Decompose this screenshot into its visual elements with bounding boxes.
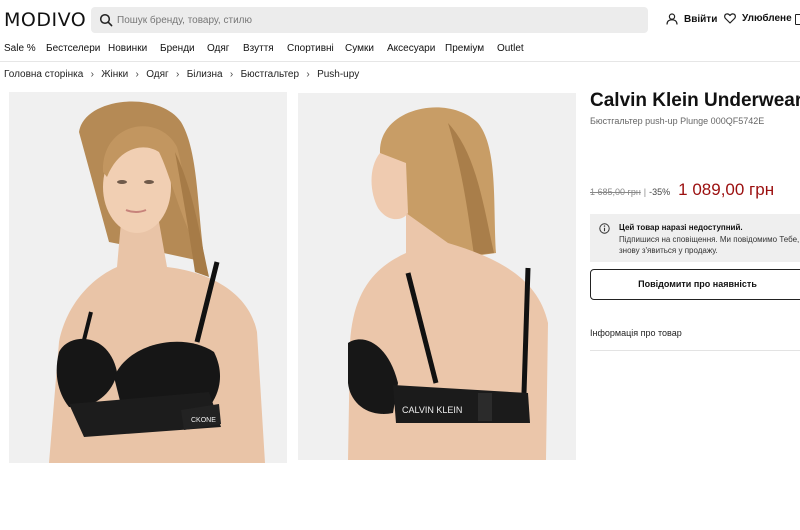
old-price: 1 685,00 грн bbox=[590, 187, 641, 197]
login-label: Ввійти bbox=[684, 13, 718, 25]
favorites-label: Улюблене bbox=[742, 13, 792, 24]
chevron-right-icon: › bbox=[135, 68, 139, 80]
bag-icon[interactable] bbox=[795, 14, 800, 25]
breadcrumb-item[interactable]: Головна сторінка bbox=[4, 69, 83, 80]
product-brand[interactable]: Calvin Klein Underwear bbox=[590, 90, 800, 112]
chevron-right-icon: › bbox=[229, 68, 234, 80]
nav-item-clothing[interactable]: Одяг bbox=[207, 43, 229, 54]
product-photo-front[interactable]: CKONE bbox=[9, 92, 287, 463]
price-separator: | bbox=[643, 187, 647, 197]
nav-item-new[interactable]: Новинки bbox=[108, 43, 147, 54]
current-price: 1 089,00 грн bbox=[678, 180, 775, 199]
nav-item-bestsellers[interactable]: Бестселери bbox=[46, 43, 100, 54]
notice-text: знову з'явиться у продажу. bbox=[619, 246, 718, 255]
favorites-button[interactable]: Улюблене bbox=[724, 13, 792, 24]
price-row: 1 685,00 грн | -35% 1 089,00 грн bbox=[590, 180, 774, 200]
breadcrumb-item[interactable]: Білизна bbox=[187, 69, 223, 80]
notice-text: Підпишися на сповіщення. Ми повідомимо Т… bbox=[619, 235, 800, 244]
band-text-back: CALVIN KLEIN bbox=[402, 405, 462, 415]
product-info-toggle[interactable]: Інформація про товар bbox=[590, 328, 682, 338]
nav-item-premium[interactable]: Преміум bbox=[445, 43, 484, 54]
info-icon bbox=[599, 223, 610, 234]
product-subtitle: Бюстгальтер push-up Plunge 000QF5742E bbox=[590, 116, 765, 126]
chevron-right-icon: › bbox=[306, 68, 310, 80]
category-nav: Sale % Бестселери Новинки Бренди Одяг Вз… bbox=[0, 40, 800, 62]
chevron-right-icon: › bbox=[90, 68, 94, 80]
search-icon[interactable] bbox=[99, 13, 113, 27]
breadcrumb-item[interactable]: Одяг bbox=[146, 69, 168, 80]
nav-item-bags[interactable]: Сумки bbox=[345, 43, 374, 54]
nav-item-sport[interactable]: Спортивні bbox=[287, 43, 334, 54]
nav-item-outlet[interactable]: Outlet bbox=[497, 43, 524, 54]
discount-badge: -35% bbox=[649, 187, 671, 197]
nav-item-brands[interactable]: Бренди bbox=[160, 43, 195, 54]
notify-availability-button[interactable]: Повідомити про наявність bbox=[590, 269, 800, 300]
breadcrumb-item[interactable]: Бюстгальтер bbox=[241, 69, 300, 80]
nav-item-shoes[interactable]: Взуття bbox=[243, 43, 274, 54]
chevron-right-icon: › bbox=[176, 68, 180, 80]
breadcrumb-item[interactable]: Жінки bbox=[101, 69, 128, 80]
product-photo-back[interactable]: CALVIN KLEIN bbox=[298, 93, 576, 460]
product-photo-back-image: CALVIN KLEIN bbox=[298, 93, 576, 460]
nav-item-sale[interactable]: Sale % bbox=[4, 43, 36, 54]
unavailable-notice: Цей товар наразі недоступний. Підпишися … bbox=[590, 214, 800, 262]
notice-title: Цей товар наразі недоступний. bbox=[619, 223, 743, 232]
breadcrumb: Головна сторінка › Жінки › Одяг › Білизн… bbox=[4, 67, 359, 81]
site-header: MODIVO Ввійти Улюблене bbox=[0, 0, 800, 40]
nav-item-accessories[interactable]: Аксесуари bbox=[387, 43, 435, 54]
search-input[interactable] bbox=[117, 7, 637, 33]
band-text-front: CKONE bbox=[191, 417, 216, 424]
breadcrumb-item[interactable]: Push-upy bbox=[317, 69, 359, 80]
site-logo[interactable]: MODIVO bbox=[4, 9, 86, 31]
divider bbox=[590, 350, 800, 351]
user-icon bbox=[666, 13, 678, 25]
heart-icon bbox=[724, 13, 736, 24]
product-photo-front-image: CKONE bbox=[9, 92, 287, 463]
search-bar[interactable] bbox=[91, 7, 648, 33]
login-button[interactable]: Ввійти bbox=[666, 13, 717, 25]
